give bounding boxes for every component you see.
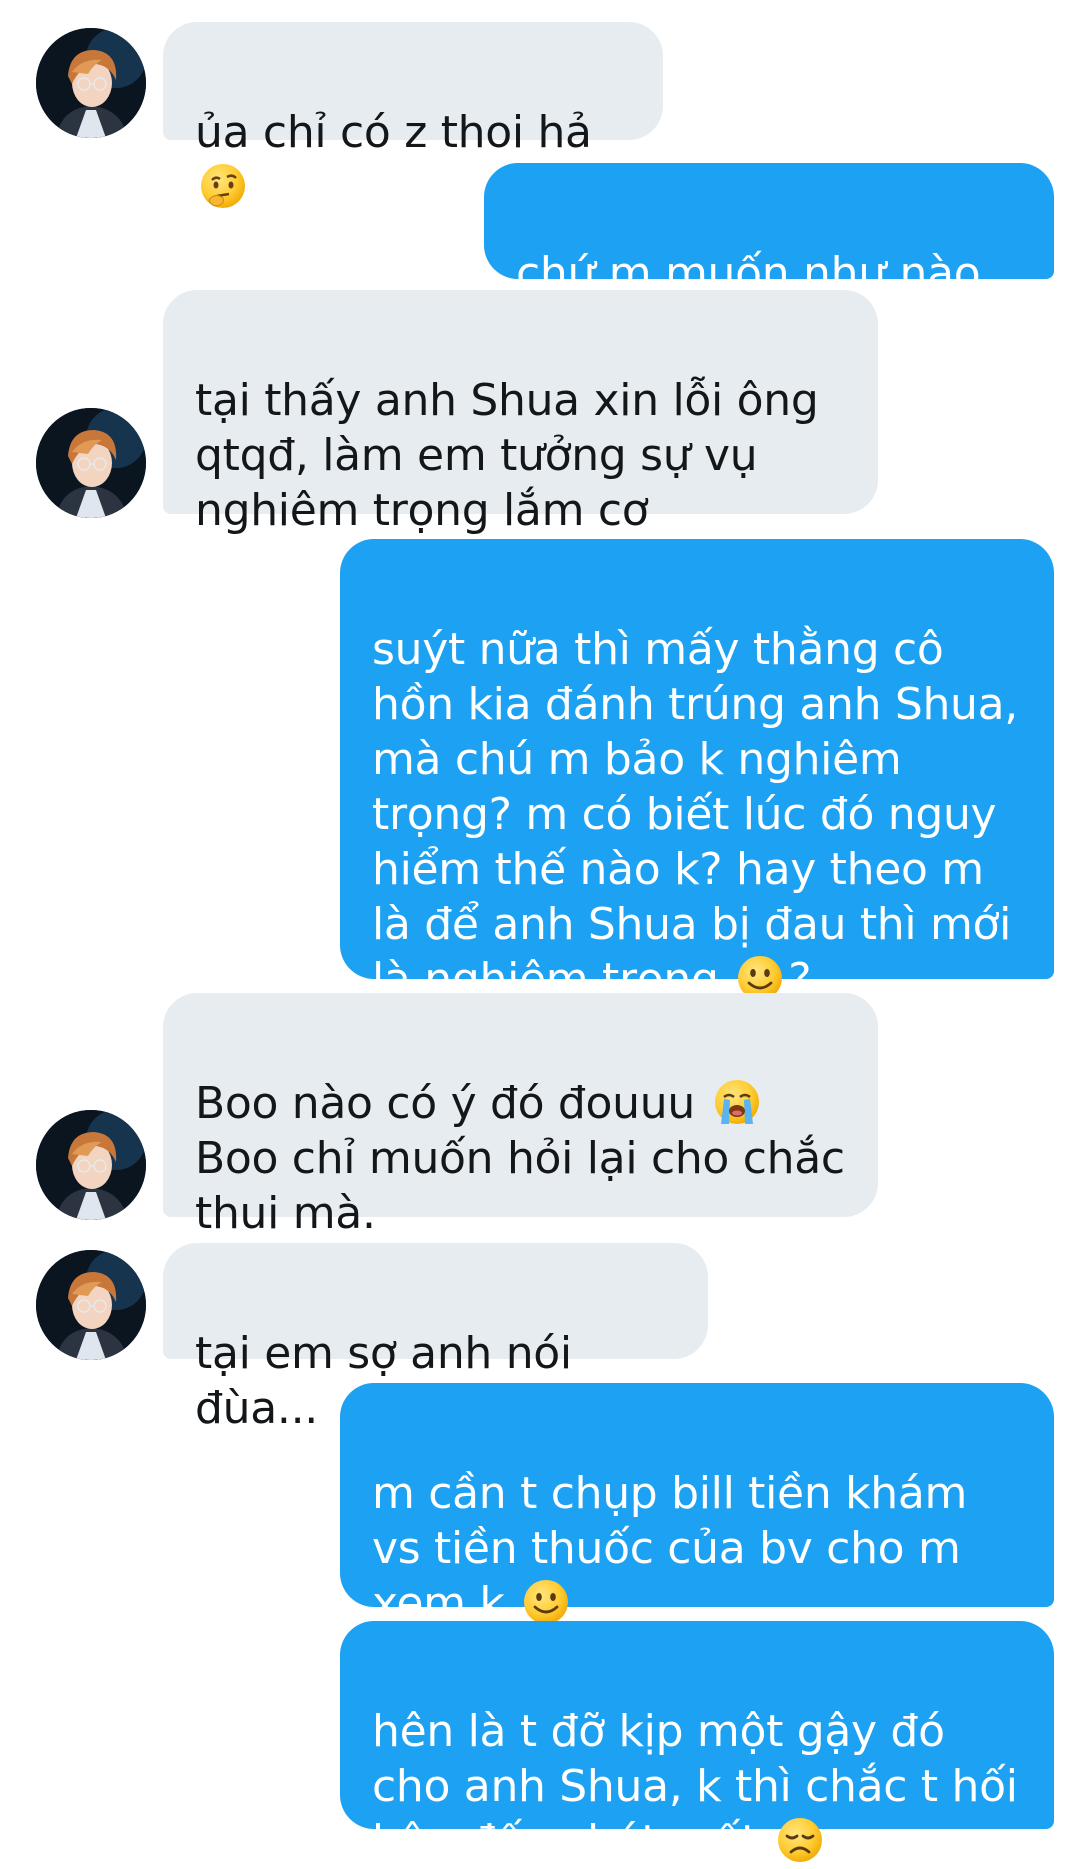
message-text: hên là t đỡ kịp một gậy đó cho anh Shua,… <box>372 1706 1018 1867</box>
message-bubble-incoming[interactable]: tại thấy anh Shua xin lỗi ông qtqđ, làm … <box>163 290 878 536</box>
message-bubble-outgoing[interactable]: suýt nữa thì mấy thằng cô hồn kia đánh t… <box>340 539 1054 1005</box>
message-text: tại thấy anh Shua xin lỗi ông qtqđ, làm … <box>195 375 819 536</box>
sender-avatar[interactable] <box>36 1250 146 1360</box>
sender-avatar[interactable] <box>36 408 146 518</box>
disappointed-face-emoji-icon <box>777 1818 822 1862</box>
message-bubble-incoming[interactable]: tại em sợ anh nói đùa... <box>163 1243 708 1434</box>
message-text-suffix: Boo chỉ muốn hỏi lại cho chắc thui mà. <box>195 1133 845 1239</box>
message-text: suýt nữa thì mấy thằng cô hồn kia đánh t… <box>372 624 1018 1005</box>
message-text: Boo nào có ý đó đouuu <box>195 1078 709 1129</box>
message-bubble-incoming[interactable]: Boo nào có ý đó đouuu Boo chỉ muốn hỏi l… <box>163 993 878 1239</box>
message-bubble-outgoing[interactable]: chứ m muốn như nào <box>484 163 1054 349</box>
message-bubble-outgoing[interactable]: hên là t đỡ kịp một gậy đó cho anh Shua,… <box>340 1621 1054 1867</box>
sender-avatar[interactable] <box>36 28 146 138</box>
thinking-face-emoji-icon <box>201 164 245 208</box>
message-bubble-outgoing[interactable]: m cần t chụp bill tiền khám vs tiền thuố… <box>340 1383 1054 1629</box>
message-bubble-incoming[interactable]: ủa chỉ có z thoi hả <box>163 22 663 208</box>
slightly-smiling-face-emoji-icon <box>524 1580 569 1624</box>
message-text: ủa chỉ có z thoi hả <box>195 107 592 158</box>
message-text: m cần t chụp bill tiền khám vs tiền thuố… <box>372 1468 968 1629</box>
loudly-crying-face-emoji-icon <box>714 1080 759 1124</box>
sender-avatar[interactable] <box>36 1110 146 1220</box>
